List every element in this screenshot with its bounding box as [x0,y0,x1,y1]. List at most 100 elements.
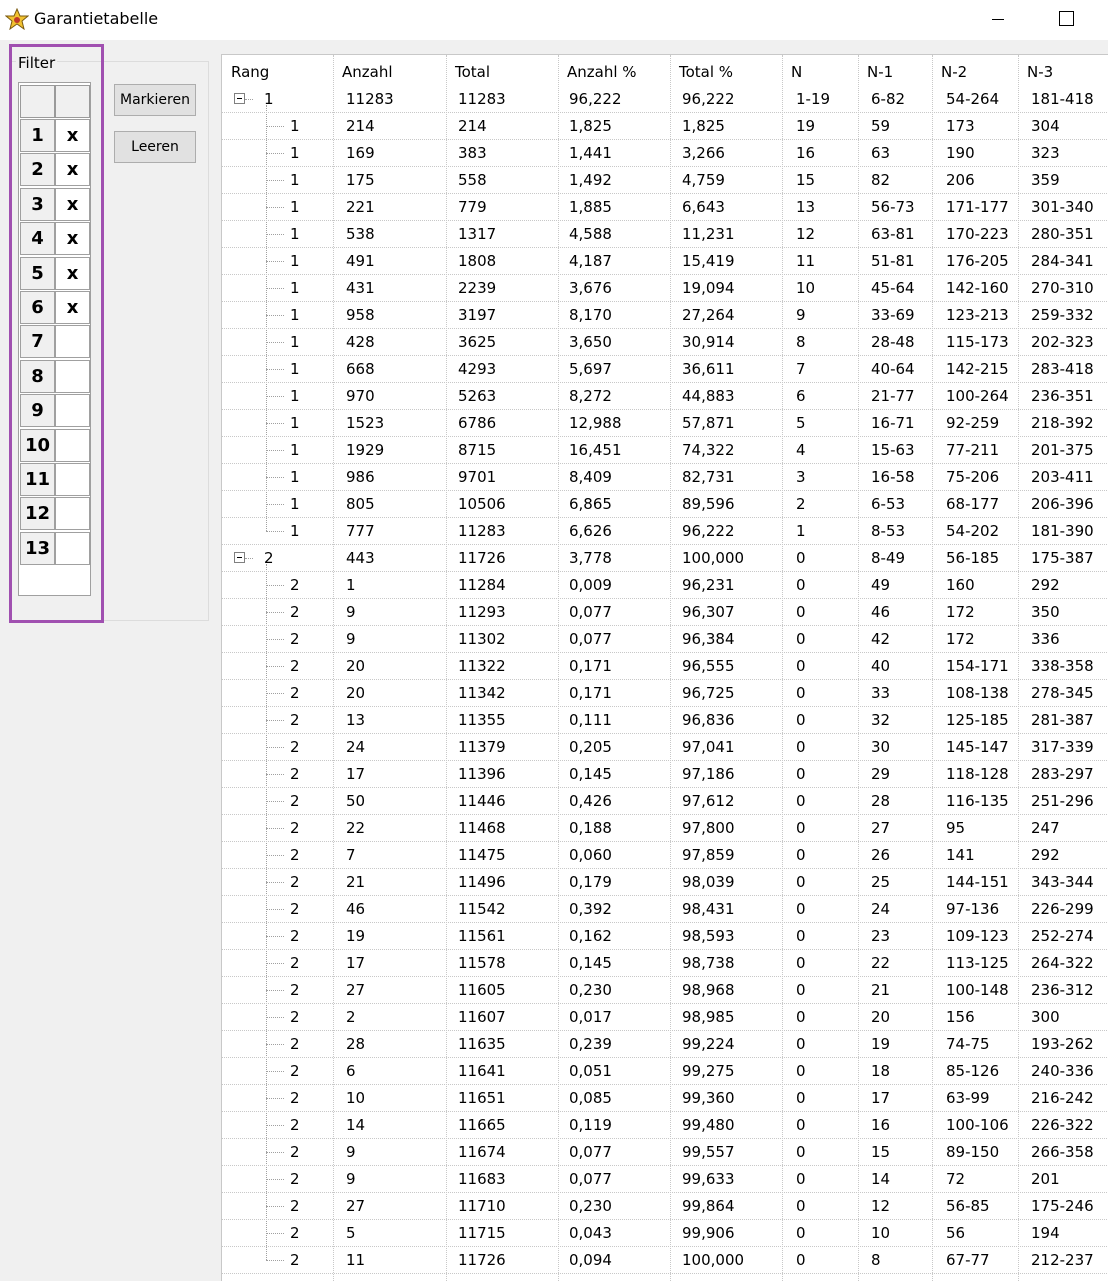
table-row[interactable]: 2 10 11651 0,085 99,360 0 17 63-99 216-242 [222,1085,1108,1112]
cell-n: 0 [796,1170,806,1188]
filter-row-mark[interactable] [55,531,90,565]
table-row[interactable]: 2 50 11446 0,426 97,612 0 28 116-135 251-296 [222,788,1108,815]
filter-row-number[interactable]: 11 [20,463,55,496]
filter-row-number[interactable]: 9 [20,394,55,428]
filter-row-number[interactable]: 1 [20,119,55,152]
filter-row-mark[interactable]: x [55,119,90,152]
filter-row-mark[interactable] [55,497,90,531]
minimize-button[interactable] [975,0,1021,40]
cell-n-1: 16-71 [871,414,915,432]
table-row[interactable]: 1 668 4293 5,697 36,611 7 40-64 142-215 283-418 [222,356,1108,383]
filter-row-number[interactable]: 12 [20,497,55,531]
table-row[interactable]: 1 805 10506 6,865 89,596 2 6-53 68-177 206-396 [222,491,1108,518]
column-header-n-3[interactable]: N-3 [1018,55,1053,85]
table-row[interactable]: 1 958 3197 8,170 27,264 9 33-69 123-213 259-332 [222,302,1108,329]
table-row[interactable]: 2 9 11683 0,077 99,633 0 14 72 201 [222,1166,1108,1193]
filter-row-number[interactable]: 7 [20,325,55,359]
filter-row-mark[interactable] [55,359,90,393]
table-row[interactable]: 2 20 11342 0,171 96,725 0 33 108-138 278-345 [222,680,1108,707]
cell-anzahl-pct: 1,441 [569,144,612,162]
filter-row-number[interactable]: 4 [20,222,55,256]
table-row[interactable]: 1 221 779 1,885 6,643 13 56-73 171-177 301-340 [222,194,1108,221]
table-row[interactable]: 2 7 11475 0,060 97,859 0 26 141 292 [222,842,1108,869]
table-row[interactable]: 2 24 11379 0,205 97,041 0 30 145-147 317-339 [222,734,1108,761]
table-row[interactable]: 1 1523 6786 12,988 57,871 5 16-71 92-259 218-392 [222,410,1108,437]
column-header-n[interactable]: N [782,55,802,85]
table-row[interactable]: 2 443 11726 3,778 100,000 0 8-49 56-185 175-387 [222,545,1108,572]
filter-grid[interactable]: 1 x 2 x 3 x 4 x 5 x 6 x 7 8 9 10 11 12 13 [18,82,91,596]
tree-line [266,234,284,235]
table-row[interactable]: 2 20 11322 0,171 96,555 0 40 154-171 338-358 [222,653,1108,680]
table-row[interactable]: 2 5 11715 0,043 99,906 0 10 56 194 [222,1220,1108,1247]
table-row[interactable]: 1 214 214 1,825 1,825 19 59 173 304 [222,113,1108,140]
table-row[interactable]: 2 17 11578 0,145 98,738 0 22 113-125 264-322 [222,950,1108,977]
markieren-button[interactable]: Markieren [114,84,196,116]
table-row[interactable]: 2 13 11355 0,111 96,836 0 32 125-185 281-387 [222,707,1108,734]
filter-row-mark[interactable] [55,428,90,462]
filter-row-number[interactable]: 8 [20,359,55,393]
table-row[interactable]: 1 986 9701 8,409 82,731 3 16-58 75-206 203-411 [222,464,1108,491]
guarantee-table[interactable]: Rang Anzahl Total Anzahl % Total % N N-1 N-2 N-3… [221,54,1108,1281]
table-row[interactable]: 2 2 11607 0,017 98,985 0 20 156 300 [222,1004,1108,1031]
table-row[interactable]: 2 21 11496 0,179 98,039 0 25 144-151 343-344 [222,869,1108,896]
table-row[interactable]: 2 11 11726 0,094 100,000 0 8 67-77 212-237 [222,1247,1108,1274]
table-row[interactable]: 2 19 11561 0,162 98,593 0 23 109-123 252-274 [222,923,1108,950]
collapse-toggle-icon[interactable] [234,93,245,104]
table-row[interactable]: 1 1929 8715 16,451 74,322 4 15-63 77-211 201-375 [222,437,1108,464]
table-row[interactable]: 2 17 11396 0,145 97,186 0 29 118-128 283-297 [222,761,1108,788]
table-row[interactable]: 2 22 11468 0,188 97,800 0 27 95 247 [222,815,1108,842]
table-row[interactable]: 1 431 2239 3,676 19,094 10 45-64 142-160 270-310 [222,275,1108,302]
table-row[interactable]: 2 14 11665 0,119 99,480 0 16 100-106 226-322 [222,1112,1108,1139]
filter-row-mark[interactable]: x [55,256,90,290]
filter-row-number[interactable]: 5 [20,256,55,290]
filter-row-number[interactable]: 2 [20,153,55,187]
column-header-n-2[interactable]: N-2 [932,55,967,85]
filter-row-mark[interactable] [55,325,90,359]
cell-rang: 1 [290,225,300,243]
column-header-n-1[interactable]: N-1 [858,55,893,85]
table-row[interactable]: 1 491 1808 4,187 15,419 11 51-81 176-205 284-341 [222,248,1108,275]
column-header-anzahl[interactable]: Anzahl [333,55,393,85]
table-row[interactable]: 2 9 11302 0,077 96,384 0 42 172 336 [222,626,1108,653]
filter-row-number[interactable]: 10 [20,428,55,462]
table-row[interactable]: 2 27 11710 0,230 99,864 0 12 56-85 175-246 [222,1193,1108,1220]
column-header-total[interactable]: Total [446,55,490,85]
table-row[interactable]: 2 9 11293 0,077 96,307 0 46 172 350 [222,599,1108,626]
table-row[interactable]: 2 27 11605 0,230 98,968 0 21 100-148 236-312 [222,977,1108,1004]
table-row[interactable]: 1 175 558 1,492 4,759 15 82 206 359 [222,167,1108,194]
filter-row-number[interactable]: 13 [20,531,55,565]
filter-row-mark[interactable]: x [55,153,90,187]
table-row[interactable]: 2 46 11542 0,392 98,431 0 24 97-136 226-299 [222,896,1108,923]
maximize-button[interactable] [1044,0,1090,40]
table-row[interactable]: 1 428 3625 3,650 30,914 8 28-48 115-173 202-323 [222,329,1108,356]
cell-n-1: 8 [871,1251,881,1269]
tree-line [266,1017,284,1018]
filter-row-mark[interactable]: x [55,187,90,221]
table-row[interactable]: 1 169 383 1,441 3,266 16 63 190 323 [222,140,1108,167]
filter-row-mark[interactable] [55,394,90,428]
filter-row-number[interactable]: 6 [20,291,55,324]
table-row[interactable]: 1 538 1317 4,588 11,231 12 63-81 170-223 280-351 [222,221,1108,248]
cell-n-1: 28-48 [871,333,915,351]
table-row[interactable]: 2 9 11674 0,077 99,557 0 15 89-150 266-358 [222,1139,1108,1166]
column-header-anzahl-pct[interactable]: Anzahl % [558,55,637,85]
filter-row-mark[interactable]: x [55,222,90,256]
cell-n-3: 259-332 [1031,306,1094,324]
table-row[interactable]: 1 777 11283 6,626 96,222 1 8-53 54-202 181-390 [222,518,1108,545]
column-header-total-pct[interactable]: Total % [670,55,733,85]
tree-line [266,423,284,424]
filter-row-mark[interactable]: x [55,291,90,324]
table-row[interactable]: 2 6 11641 0,051 99,275 0 18 85-126 240-336 [222,1058,1108,1085]
cell-n: 0 [796,981,806,999]
table-row[interactable]: 1 970 5263 8,272 44,883 6 21-77 100-264 236-351 [222,383,1108,410]
filter-row-number[interactable]: 3 [20,187,55,221]
tree-line [266,207,284,208]
table-row[interactable]: 2 28 11635 0,239 99,224 0 19 74-75 193-262 [222,1031,1108,1058]
leeren-button[interactable]: Leeren [114,131,196,163]
table-row[interactable]: 1 11283 11283 96,222 96,222 1-19 6-82 54-264 181… [222,86,1108,113]
column-header-rang[interactable]: Rang [222,55,269,85]
table-row[interactable]: 2 1 11284 0,009 96,231 0 49 160 292 [222,572,1108,599]
collapse-toggle-icon[interactable] [234,552,245,563]
filter-row-mark[interactable] [55,463,90,496]
cell-total: 11322 [458,657,506,675]
